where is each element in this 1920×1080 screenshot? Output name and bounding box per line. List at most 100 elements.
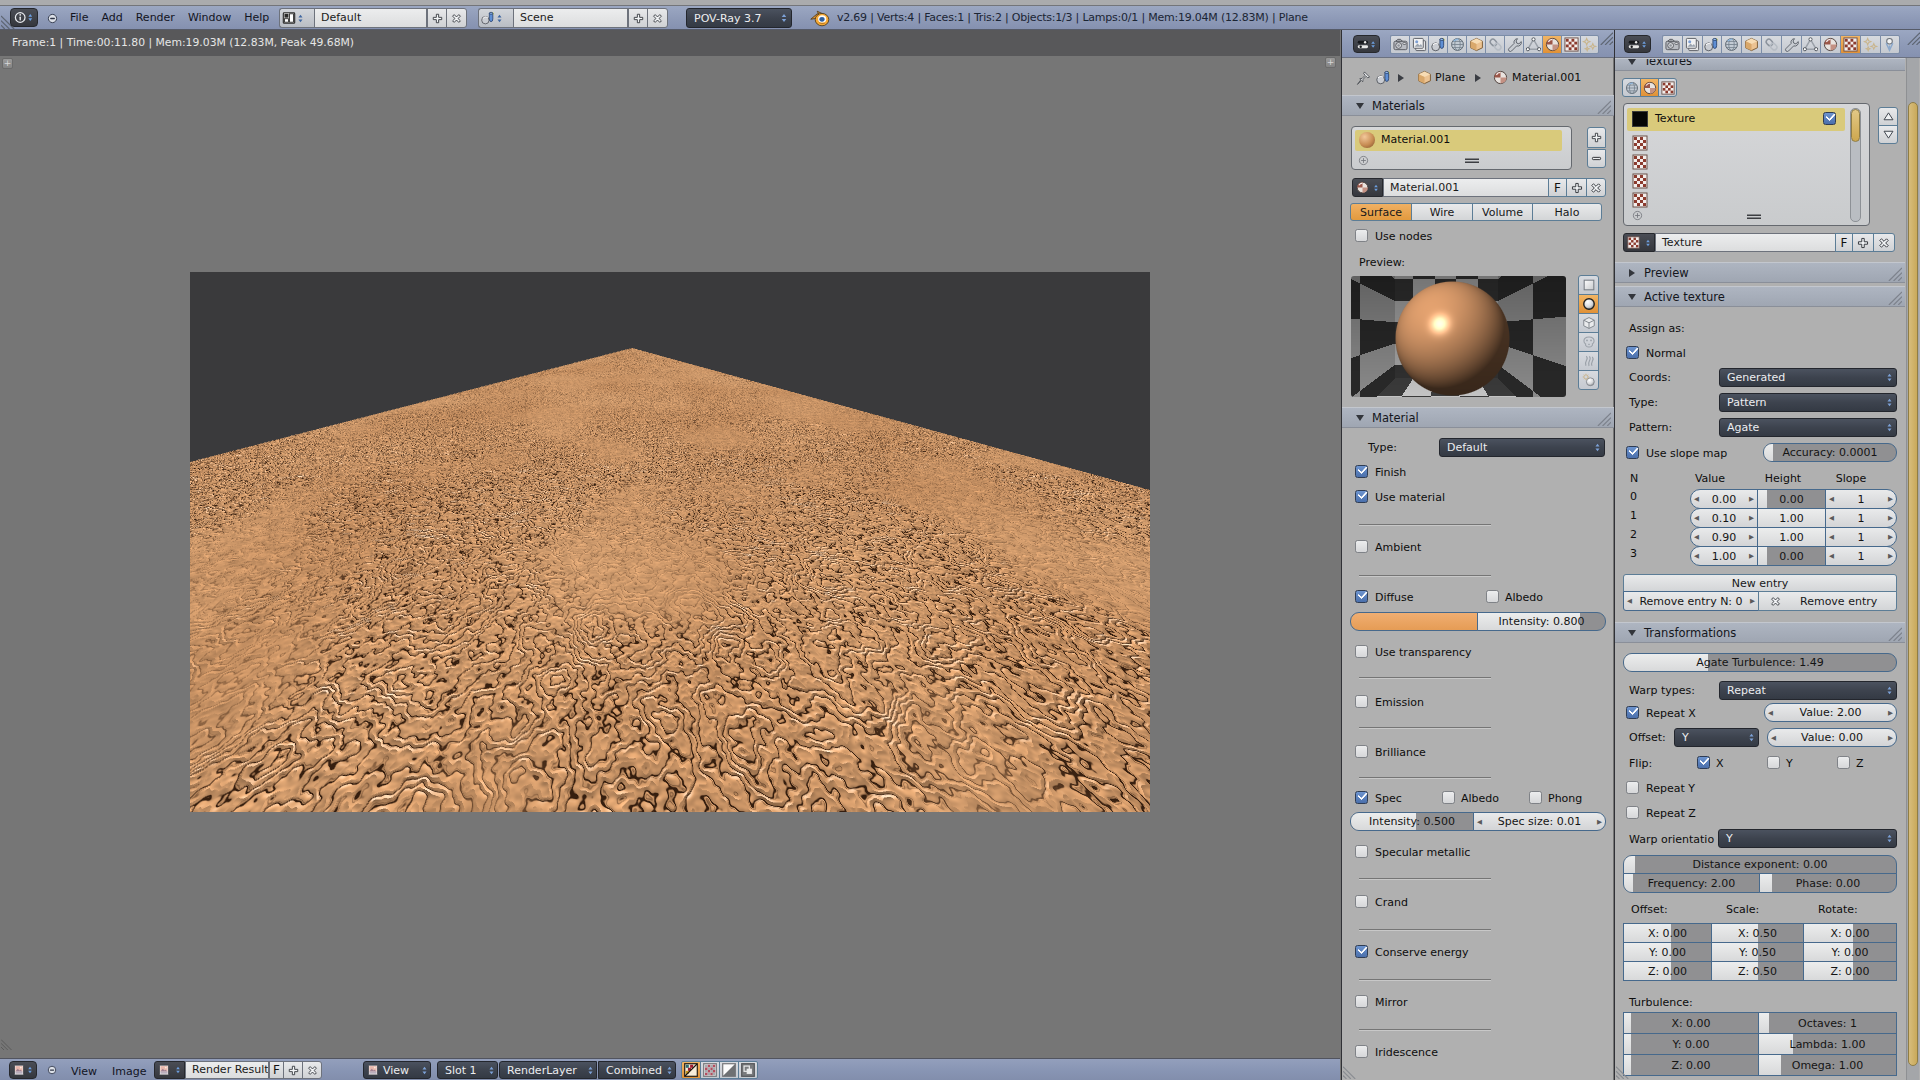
editor-type-button[interactable] [1353, 35, 1380, 53]
slope-row-height-slider[interactable]: 1.00 [1757, 508, 1826, 528]
material-name-field[interactable]: Material.001 [1383, 178, 1549, 197]
decrease-arrow-icon[interactable]: ◀ [1691, 495, 1702, 503]
properties-tab[interactable] [1542, 35, 1561, 54]
increase-arrow-icon[interactable]: ▶ [1746, 514, 1757, 522]
remove-material-slot-button[interactable] [1587, 149, 1606, 168]
transformations-panel-header[interactable]: Transformations [1615, 622, 1905, 643]
render-pass-dropdown[interactable]: Combined [598, 1061, 676, 1079]
add-slot-icon[interactable] [1632, 210, 1643, 221]
rotate-slider[interactable]: X: 0.00 [1803, 923, 1897, 943]
diffuse-intensity-slider[interactable]: Intensity: 0.800 [1477, 612, 1606, 631]
repeat-z-checkbox[interactable] [1626, 806, 1639, 819]
menu-item[interactable]: Window [188, 8, 231, 28]
use-nodes-checkbox[interactable] [1355, 229, 1368, 242]
increase-arrow-icon[interactable]: ▶ [1746, 533, 1757, 541]
spec-albedo-checkbox[interactable] [1442, 791, 1455, 804]
area-corner-icon[interactable] [1599, 31, 1613, 45]
finish-checkbox[interactable] [1355, 465, 1368, 478]
draw-channel-button[interactable] [700, 1061, 720, 1079]
increase-arrow-icon[interactable]: ▶ [1885, 709, 1896, 717]
editor-type-button[interactable] [9, 1061, 37, 1079]
iridescence-checkbox[interactable] [1355, 1045, 1368, 1058]
list-resize-handle[interactable] [1464, 158, 1480, 164]
increase-arrow-icon[interactable]: ▶ [1885, 552, 1896, 560]
texture-datablock-icon[interactable] [1623, 233, 1655, 252]
slope-row-height-slider[interactable]: 0.00 [1757, 489, 1826, 509]
area-corner-icon[interactable] [1, 1038, 13, 1050]
panel-drag-icon[interactable] [1596, 411, 1611, 426]
menu-item[interactable]: File [70, 8, 88, 28]
draw-channel-button[interactable] [719, 1061, 739, 1079]
material-type-tab[interactable]: Halo [1532, 203, 1602, 221]
texture-context-button[interactable] [1622, 78, 1641, 97]
unlink-material-button[interactable] [1586, 178, 1606, 197]
fake-user-button[interactable]: F [269, 1061, 284, 1079]
texture-context-button[interactable] [1640, 78, 1659, 97]
properties-tab[interactable] [1580, 35, 1599, 54]
properties-tab[interactable] [1409, 35, 1428, 54]
slope-row-value-field[interactable]: ◀ 0.10 ▶ [1690, 508, 1758, 528]
move-texture-down-button[interactable] [1878, 125, 1898, 144]
properties-tab[interactable] [1781, 35, 1801, 54]
decrease-arrow-icon[interactable]: ◀ [1826, 514, 1837, 522]
new-image-button[interactable] [283, 1061, 303, 1079]
collapse-menus-icon[interactable] [47, 13, 58, 24]
scale-slider[interactable]: Z: 0.50 [1711, 961, 1804, 981]
add-scene-button[interactable] [628, 8, 648, 28]
add-material-slot-button[interactable] [1587, 127, 1606, 148]
preview-sphere-button[interactable] [1578, 294, 1599, 314]
material-slot-item-selected[interactable]: Material.001 [1355, 130, 1562, 151]
panel-drag-icon[interactable] [1596, 99, 1611, 114]
new-texture-button[interactable] [1852, 233, 1874, 252]
diffuse-checkbox[interactable] [1355, 590, 1368, 603]
panel-collapse-icon[interactable] [1628, 630, 1636, 636]
panel-drag-icon[interactable] [1887, 626, 1902, 641]
texture-name-field[interactable]: Texture [1655, 233, 1836, 252]
list-resize-handle[interactable] [1746, 214, 1762, 220]
slope-row-height-slider[interactable]: 0.00 [1757, 546, 1826, 566]
texture-slot-enable-checkbox[interactable] [1823, 112, 1836, 125]
rotate-slider[interactable]: Z: 0.00 [1803, 961, 1897, 981]
diffuse-color-swatch[interactable] [1350, 612, 1478, 631]
texture-slot-checker-icon[interactable] [1632, 154, 1648, 170]
decrease-arrow-icon[interactable]: ◀ [1826, 533, 1837, 541]
slope-row-slope-field[interactable]: ◀ 1 ▶ [1825, 489, 1897, 509]
panel-scrollbar-track[interactable] [1906, 58, 1919, 1080]
properties-tab[interactable] [1561, 35, 1580, 54]
turbulence-xyz-slider[interactable]: Y: 0.00 [1623, 1033, 1759, 1055]
materials-panel-header[interactable]: Materials [1342, 95, 1614, 116]
draw-channel-button[interactable] [681, 1061, 701, 1079]
panel-scrollbar-thumb[interactable] [1908, 102, 1918, 1066]
properties-tab[interactable] [1741, 35, 1761, 54]
offset-slider[interactable]: Y: 0.00 [1623, 942, 1712, 962]
normal-checkbox[interactable] [1626, 346, 1639, 359]
render-layer-dropdown[interactable]: RenderLayer [499, 1061, 597, 1079]
material-type-tab[interactable]: Wire [1411, 203, 1473, 221]
ambient-checkbox[interactable] [1355, 540, 1368, 553]
conserve-energy-checkbox[interactable] [1355, 945, 1368, 958]
preview-cube-button[interactable] [1578, 313, 1599, 333]
preview-monkey-button[interactable] [1578, 332, 1599, 352]
panel-collapse-icon[interactable] [1628, 59, 1636, 65]
menu-item[interactable]: Help [244, 8, 269, 28]
menu-item[interactable]: Image [112, 1062, 146, 1080]
frequency-slider[interactable]: Frequency: 2.00 [1623, 873, 1760, 893]
decrease-arrow-icon[interactable]: ◀ [1691, 552, 1702, 560]
turbulence-xyz-slider[interactable]: X: 0.00 [1623, 1012, 1759, 1034]
unlink-image-button[interactable] [302, 1061, 322, 1079]
scale-slider[interactable]: X: 0.50 [1711, 923, 1804, 943]
warp-types-dropdown[interactable]: Repeat [1719, 681, 1897, 700]
slope-row-value-field[interactable]: ◀ 1.00 ▶ [1690, 546, 1758, 566]
view-mode-dropdown[interactable]: View [363, 1061, 431, 1079]
fake-user-button[interactable]: F [1548, 178, 1567, 197]
active-texture-panel-header[interactable]: Active texture [1615, 286, 1905, 307]
properties-tab[interactable] [1662, 35, 1682, 54]
area-corner-icon[interactable] [1906, 31, 1920, 45]
scene-selector[interactable] [478, 8, 513, 28]
editor-type-button[interactable] [1624, 35, 1651, 53]
warp-orientation-dropdown[interactable]: Y [1718, 829, 1897, 848]
material-type-tab[interactable]: Volume [1472, 203, 1533, 221]
distance-exponent-slider[interactable]: Distance exponent: 0.00 [1623, 855, 1897, 874]
phong-checkbox[interactable] [1529, 791, 1542, 804]
decrease-arrow-icon[interactable]: ◀ [1691, 533, 1702, 541]
